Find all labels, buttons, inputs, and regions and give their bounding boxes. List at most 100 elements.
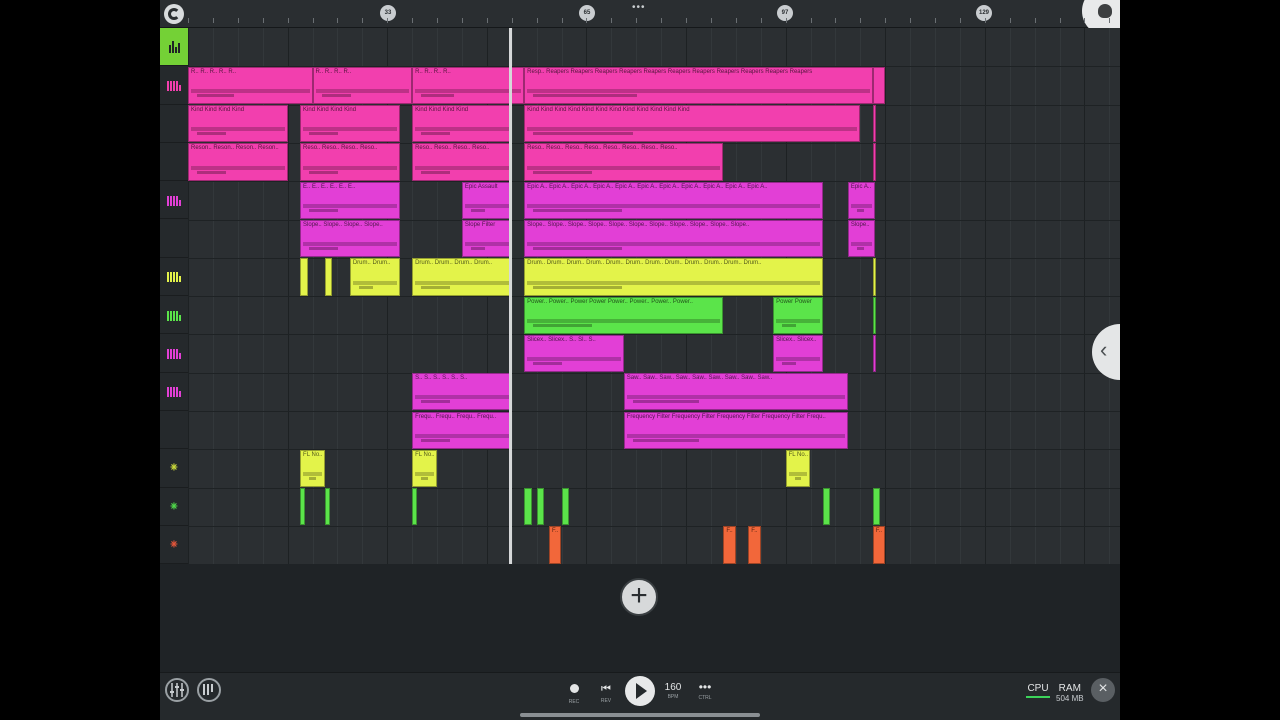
pattern-clip[interactable]	[412, 488, 418, 526]
pattern-clip[interactable]: Reso.. Reso.. Reso.. Reso.. Reso.. Reso.…	[524, 143, 724, 181]
pattern-clip[interactable]	[872, 334, 876, 373]
pattern-clip[interactable]: R.. R.. R.. R..	[312, 66, 413, 105]
ruler-tick	[536, 18, 538, 23]
pattern-clip[interactable]: Slope.. Slope.. Slope.. Slope..	[300, 220, 400, 258]
timeline-ruler[interactable]: 33 65 97 129 •••	[160, 0, 1120, 36]
ruler-tick	[188, 18, 189, 23]
track-header[interactable]	[160, 258, 188, 297]
clip-notes	[309, 477, 316, 481]
pattern-clip[interactable]	[300, 488, 306, 526]
pattern-clip[interactable]: Resp.. Reapers Reapers Reapers Reapers R…	[524, 66, 873, 105]
fl-menu-button[interactable]	[164, 4, 184, 24]
clip-label: F..	[875, 528, 883, 535]
pattern-clip[interactable]: E.. E.. E.. E.. E.. E..	[300, 181, 400, 219]
pattern-clip[interactable]: FL No..	[300, 449, 325, 488]
pattern-clip[interactable]	[872, 66, 886, 105]
pattern-clip[interactable]: Epic A.. Epic A.. Epic A.. Epic A.. Epic…	[524, 181, 823, 219]
ruler-tick	[437, 18, 438, 23]
track-header[interactable]: ⁕	[160, 488, 188, 526]
master-track-header[interactable]	[160, 28, 188, 67]
pattern-clip[interactable]: Slope.. Slope.. Slope.. Slope.. Slope.. …	[524, 220, 823, 258]
clip-notes	[776, 357, 820, 362]
track-header[interactable]	[160, 105, 188, 143]
pattern-clip[interactable]: Reson.. Reson.. Reson.. Reson..	[188, 143, 288, 181]
pattern-clip[interactable]: Saw.. Saw.. Saw.. Saw.. Saw.. Saw.. Saw.…	[623, 373, 848, 411]
ruler-tick	[461, 18, 463, 23]
pattern-clip[interactable]: Kind Kind Kind Kind Kind Kind Kind Kind …	[524, 105, 861, 143]
clip-notes	[527, 165, 721, 170]
tempo-control[interactable]: 160 BPM	[660, 679, 686, 700]
clip-label: Kind Kind Kind Kind	[415, 107, 469, 114]
clip-notes	[626, 395, 845, 400]
track-header[interactable]	[160, 411, 188, 450]
pattern-clip[interactable]: Drum.. Drum..	[349, 258, 400, 296]
track-header[interactable]: ⁕	[160, 526, 188, 565]
track-header[interactable]	[160, 181, 188, 220]
pattern-clip[interactable]: Power Power	[773, 296, 823, 334]
pattern-clip[interactable]: Power.. Power.. Power Power Power.. Powe…	[524, 296, 724, 334]
pattern-clip[interactable]: FL No..	[412, 449, 437, 488]
controls-button[interactable]: ••• CTRL	[694, 679, 716, 701]
close-button[interactable]: ×	[1091, 678, 1115, 702]
pattern-clip[interactable]: Drum.. Drum.. Drum.. Drum..	[412, 258, 512, 296]
pattern-clip[interactable]: F..	[872, 526, 886, 564]
pattern-clip[interactable]	[300, 258, 308, 296]
clip-notes	[197, 132, 227, 136]
pattern-clip[interactable]: F..	[723, 526, 736, 564]
pattern-clip[interactable]: F..	[748, 526, 761, 564]
pattern-clip[interactable]: Slicex.. Slicex..	[773, 334, 823, 373]
pattern-clip[interactable]: Kind Kind Kind Kind	[188, 105, 288, 143]
pattern-clip[interactable]: F..	[549, 526, 562, 564]
pattern-clip[interactable]: Slope Filter	[461, 220, 512, 258]
ruler-tick	[362, 18, 364, 23]
pattern-clip[interactable]	[524, 488, 532, 526]
pattern-clip[interactable]: Drum.. Drum.. Drum.. Drum.. Drum.. Drum.…	[524, 258, 823, 296]
rewind-button[interactable]: ⏮ REV	[598, 679, 614, 704]
pattern-clip[interactable]	[872, 488, 881, 526]
playhead[interactable]	[509, 28, 513, 564]
pattern-clip[interactable]	[561, 488, 569, 526]
record-button[interactable]: REC	[566, 679, 582, 705]
pattern-clip[interactable]	[872, 105, 876, 143]
pattern-clip[interactable]	[872, 143, 876, 181]
audio-wave-icon: ⁕	[168, 460, 180, 476]
pattern-clip[interactable]	[324, 488, 330, 526]
pattern-clip[interactable]	[872, 258, 876, 296]
play-button[interactable]	[625, 676, 655, 706]
pattern-clip[interactable]: Epic Assault	[461, 181, 512, 219]
pattern-clip[interactable]: Slicex.. Slicex.. S.. Sl.. S..	[524, 334, 624, 373]
track-header[interactable]	[160, 220, 188, 258]
pattern-clip[interactable]: Epic A..	[847, 181, 876, 219]
piano-roll-icon	[167, 385, 181, 398]
pattern-clip[interactable]: Reso.. Reso.. Reso.. Reso..	[300, 143, 400, 181]
pattern-clip[interactable]: Slope..	[847, 220, 876, 258]
pattern-clip[interactable]	[536, 488, 545, 526]
pattern-clip[interactable]: Frequency Filter Frequency Filter Freque…	[623, 411, 848, 449]
add-track-button[interactable]: +	[620, 578, 658, 616]
mixer-icon	[170, 683, 184, 697]
pattern-clip[interactable]	[822, 488, 831, 526]
mixer-button[interactable]	[165, 678, 189, 702]
pattern-clip[interactable]: Reso.. Reso.. Reso.. Reso..	[412, 143, 512, 181]
ruler-tick	[486, 18, 488, 23]
track-header[interactable]	[160, 143, 188, 182]
pattern-clip[interactable]: Kind Kind Kind Kind	[300, 105, 400, 143]
clip-notes	[421, 285, 451, 289]
playlist-grid[interactable]: R.. R.. R.. R.. R.. R.. R.. R.. R.. R.. R.…	[188, 28, 1120, 564]
track-header[interactable]: ⁕	[160, 449, 188, 488]
pattern-clip[interactable]: Kind Kind Kind Kind	[412, 105, 512, 143]
pattern-clip[interactable]: FL No..	[785, 449, 811, 488]
pattern-clip[interactable]: R.. R.. R.. R.. R..	[188, 66, 313, 105]
pattern-clip[interactable]: Frequ.. Frequ.. Frequ.. Frequ..	[412, 411, 512, 449]
track-header[interactable]	[160, 296, 188, 335]
track-header[interactable]	[160, 373, 188, 411]
track-header[interactable]	[160, 66, 188, 105]
clip-notes	[191, 165, 285, 170]
pattern-clip[interactable]: S.. S.. S.. S.. S.. S..	[412, 373, 512, 411]
pattern-clip[interactable]	[324, 258, 333, 296]
pattern-clip[interactable]: R.. R.. R.. R..	[412, 66, 525, 105]
more-menu-icon[interactable]: •••	[632, 2, 646, 13]
pattern-clip[interactable]	[872, 296, 876, 334]
track-header[interactable]	[160, 334, 188, 373]
piano-roll-button[interactable]	[197, 678, 221, 702]
